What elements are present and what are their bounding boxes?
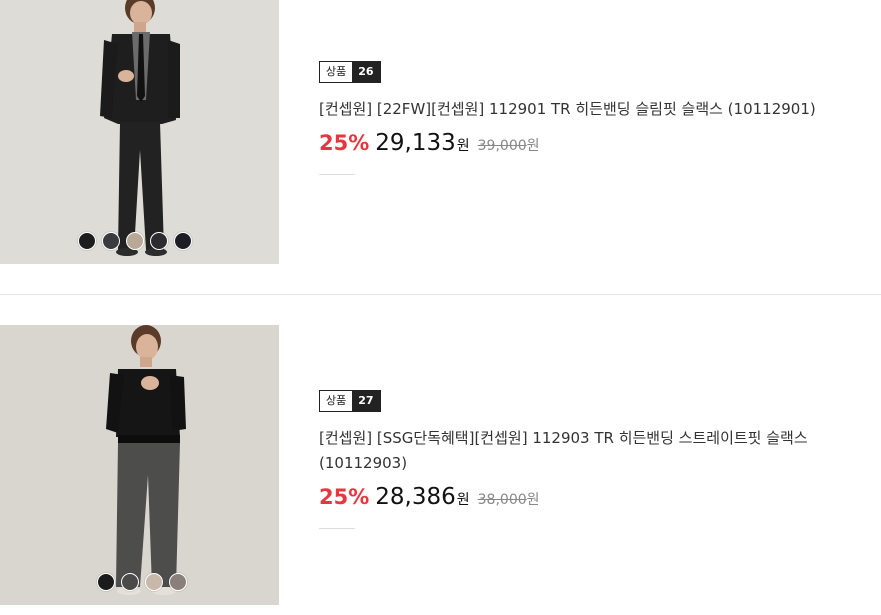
badge-label: 상품 [320,62,353,82]
color-swatch[interactable] [150,232,168,250]
price-row: 25% 29,133 원 39,000 원 [319,130,879,156]
section-divider [0,294,881,295]
original-price: 38,000 [477,492,527,508]
original-price: 39,000 [477,138,527,154]
product-title[interactable]: [컨셉원] [SSG단독혜택][컨셉원] 112903 TR 히든밴딩 스트레이… [319,426,881,476]
price-unit: 원 [456,492,470,508]
color-swatch[interactable] [97,573,115,591]
color-swatches [97,573,187,591]
product-title[interactable]: [컨셉원] [22FW][컨셉원] 112901 TR 히든밴딩 슬림핏 슬랙스… [319,97,879,122]
divider [319,174,355,175]
original-price-unit: 원 [526,492,540,508]
price-row: 25% 28,386 원 38,000 원 [319,484,881,510]
color-swatch[interactable] [174,232,192,250]
product-info: 상품 26 [컨셉원] [22FW][컨셉원] 112901 TR 히든밴딩 슬… [319,60,879,175]
price-unit: 원 [456,138,470,154]
color-swatch[interactable] [78,232,96,250]
model-figure-icon [100,0,180,256]
product-image[interactable] [0,0,279,264]
color-swatch[interactable] [145,573,163,591]
sale-price: 29,133 [375,130,456,156]
color-swatch[interactable] [121,573,139,591]
product-card[interactable]: 상품 26 [컨셉원] [22FW][컨셉원] 112901 TR 히든밴딩 슬… [0,0,881,264]
model-figure-icon [106,325,186,595]
rank-badge: 상품 27 [319,390,381,412]
color-swatch[interactable] [169,573,187,591]
badge-number: 27 [352,391,380,411]
badge-number: 26 [352,62,380,82]
badge-label: 상품 [320,391,353,411]
color-swatches [78,232,192,250]
discount-rate: 25% [319,485,370,509]
rank-badge: 상품 26 [319,61,381,83]
product-card[interactable]: 상품 27 [컨셉원] [SSG단독혜택][컨셉원] 112903 TR 히든밴… [0,325,881,605]
divider [319,528,355,529]
original-price-unit: 원 [526,138,540,154]
product-info: 상품 27 [컨셉원] [SSG단독혜택][컨셉원] 112903 TR 히든밴… [319,389,881,529]
product-image[interactable] [0,325,279,605]
color-swatch[interactable] [102,232,120,250]
sale-price: 28,386 [375,484,456,510]
discount-rate: 25% [319,131,370,155]
color-swatch[interactable] [126,232,144,250]
